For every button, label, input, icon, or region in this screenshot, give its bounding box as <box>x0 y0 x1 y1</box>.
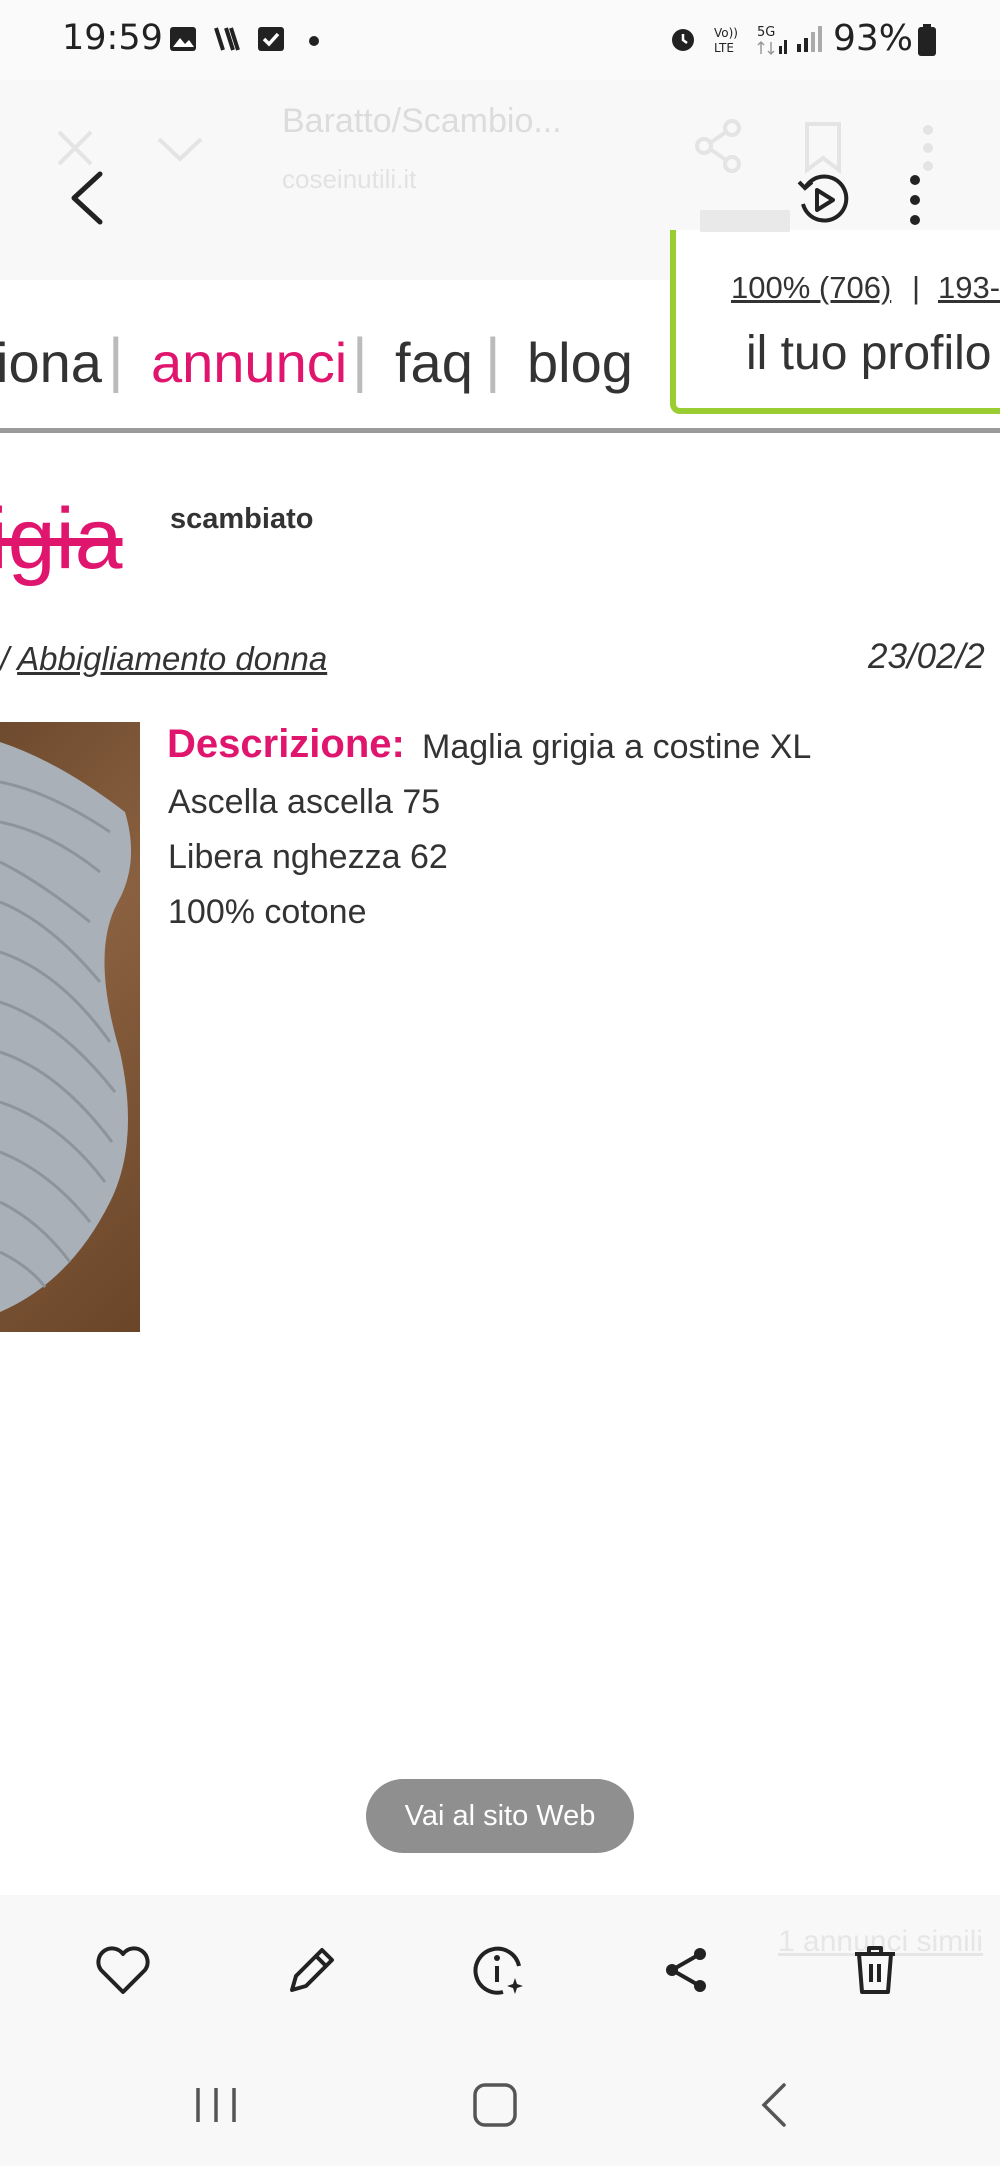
status-badge: scambiato <box>170 503 314 535</box>
nav-item-iona[interactable]: iona <box>0 330 102 395</box>
edit-button[interactable] <box>282 1940 342 2000</box>
alarm-icon <box>672 29 694 51</box>
app-notification-icon <box>214 27 240 51</box>
profile-separator: | <box>912 270 921 305</box>
delete-button[interactable] <box>845 1940 905 2000</box>
background-more-icon <box>923 125 933 171</box>
favorite-button[interactable] <box>93 1940 153 2000</box>
listing-title: rigia <box>0 491 123 587</box>
5g-signal-icon: 5G <box>757 25 787 56</box>
nav-item-blog[interactable]: blog <box>527 330 633 395</box>
recent-apps-icon[interactable] <box>186 2080 246 2130</box>
svg-text:Vo)): Vo)) <box>714 26 738 40</box>
background-page-domain: coseinutili.it <box>282 164 417 194</box>
status-time: 19:59 <box>62 18 163 58</box>
category-link[interactable]: Abbigliamento donna <box>17 640 327 677</box>
status-bar: 19:59 Vo)) LTE 5G 93% <box>0 0 1000 80</box>
share-button[interactable] <box>656 1940 716 2000</box>
signal-icon <box>797 26 822 52</box>
home-icon[interactable] <box>465 2080 525 2130</box>
profile-thumbnail <box>700 210 790 232</box>
back-button[interactable] <box>62 168 112 228</box>
chevron-down-icon <box>157 137 203 162</box>
svg-text:5G: 5G <box>757 25 775 40</box>
svg-text:LTE: LTE <box>714 41 734 55</box>
background-bookmark-icon <box>805 122 841 174</box>
nav-item-faq[interactable]: faq <box>395 330 473 395</box>
description-line: Maglia grigia a costine XL <box>422 728 812 766</box>
background-share-icon <box>695 119 741 173</box>
nav-separator: | <box>485 326 501 393</box>
dot-icon <box>309 36 319 46</box>
site-nav: iona | annunci | faq | blog <box>0 320 1000 420</box>
listing-date: 23/02/2 <box>868 637 985 676</box>
nav-separator: | <box>352 326 368 393</box>
description-line: 100% cotone <box>168 893 367 931</box>
battery-icon <box>918 24 936 56</box>
background-page-title: Baratto/Scambio... <box>282 102 562 140</box>
profile-extra-link[interactable]: 193- <box>938 270 1000 306</box>
battery-level: 93% <box>833 18 914 59</box>
volte-icon: Vo))LTE <box>714 26 738 55</box>
nav-item-annunci[interactable]: annunci <box>151 330 347 395</box>
nav-divider <box>0 428 1000 433</box>
close-icon <box>57 130 93 166</box>
listing-photo[interactable] <box>0 722 140 1332</box>
profile-feedback-link[interactable]: 100% (706) <box>731 270 891 306</box>
visit-website-button[interactable]: Vai al sito Web <box>366 1779 634 1853</box>
info-button[interactable] <box>469 1940 529 2000</box>
nav-separator: | <box>108 326 124 393</box>
description-line: Ascella ascella 75 <box>168 783 441 821</box>
breadcrumb-prefix: / <box>0 640 18 677</box>
sweater-image <box>0 742 132 1312</box>
description-label: Descrizione: <box>167 722 405 766</box>
task-notification-icon <box>258 27 284 51</box>
breadcrumb: / Abbigliamento donna <box>0 640 327 678</box>
more-options-button[interactable] <box>900 172 930 228</box>
nav-back-icon[interactable] <box>746 2080 806 2130</box>
description-line: Libera nghezza 62 <box>168 838 448 876</box>
gallery-notification-icon <box>170 27 196 51</box>
motion-photo-button[interactable] <box>795 172 851 228</box>
